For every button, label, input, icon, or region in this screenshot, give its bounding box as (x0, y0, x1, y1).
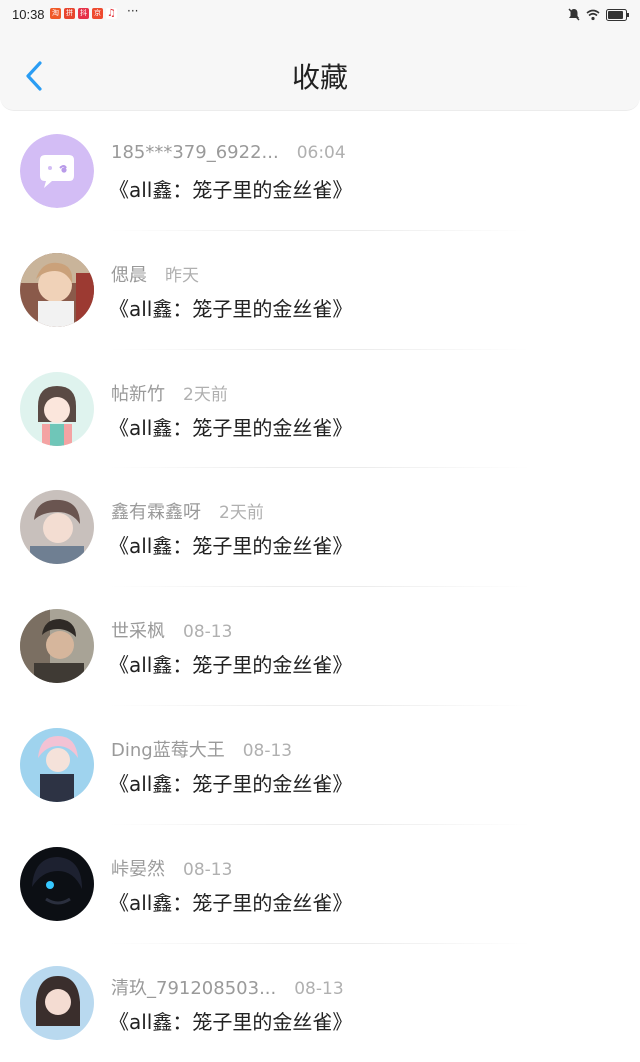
user-photo (20, 727, 94, 802)
app-notification-icon: 京 (92, 8, 103, 19)
app-notification-icon: 淘 (50, 8, 61, 19)
app-notification-icon: 抖 (78, 8, 89, 19)
book-title[interactable]: 《all鑫：笼子里的金丝雀》 (109, 530, 352, 559)
book-title[interactable]: 《all鑫：笼子里的金丝雀》 (109, 649, 352, 678)
timestamp: 08-13 (183, 859, 233, 880)
battery-icon (606, 8, 629, 21)
app-notification-icon: 拼 (64, 8, 75, 19)
favorite-meta: Ding蓝莓大王 08-13 (111, 736, 292, 762)
favorite-meta: 世采枫 08-13 (111, 617, 232, 643)
more-notifications-icon: ··· (127, 4, 139, 18)
list-item[interactable]: 世采枫 08-13 《all鑫：笼子里的金丝雀》 (0, 587, 640, 706)
avatar[interactable] (20, 252, 94, 327)
avatar[interactable] (20, 490, 94, 565)
mute-icon (568, 8, 580, 21)
username[interactable]: 清玖_791208503... (111, 978, 276, 999)
favorite-meta: 峠晏然 08-13 (111, 855, 232, 881)
page-title: 收藏 (291, 61, 348, 94)
user-photo (20, 965, 94, 1040)
avatar[interactable] (20, 134, 94, 208)
avatar[interactable] (20, 371, 94, 446)
music-icon: ♫ (106, 8, 117, 19)
username[interactable]: 帖新竹 (111, 384, 165, 405)
system-icons (568, 8, 630, 21)
timestamp: 06:04 (296, 143, 346, 163)
book-title[interactable]: 《all鑫：笼子里的金丝雀》 (109, 1006, 352, 1035)
list-item[interactable]: 偲晨 昨天 《all鑫：笼子里的金丝雀》 (0, 231, 640, 350)
favorite-meta: 清玖_791208503... 08-13 (111, 974, 344, 1000)
list-item[interactable]: 峠晏然 08-13 《all鑫：笼子里的金丝雀》 (0, 825, 640, 944)
favorite-meta: 鑫有霖鑫呀 2天前 (111, 498, 264, 524)
username[interactable]: Ding蓝莓大王 (111, 740, 225, 761)
notification-icons: 淘 拼 抖 京 ♫ (50, 8, 117, 19)
username[interactable]: 峠晏然 (111, 859, 165, 880)
user-photo (20, 371, 94, 446)
timestamp: 08-13 (183, 622, 233, 643)
favorite-meta: 偲晨 昨天 (111, 261, 199, 287)
status-time: 10:38 (12, 7, 45, 22)
favorite-meta: 185***379_6922... 06:04 (111, 142, 346, 163)
username[interactable]: 偲晨 (111, 265, 147, 286)
default-avatar-icon (20, 134, 94, 208)
avatar[interactable] (20, 609, 94, 684)
user-photo (20, 252, 94, 327)
timestamp: 08-13 (242, 740, 293, 761)
favorite-meta: 帖新竹 2天前 (111, 380, 228, 406)
book-title[interactable]: 《all鑫：笼子里的金丝雀》 (109, 293, 352, 322)
list-item[interactable]: 帖新竹 2天前 《all鑫：笼子里的金丝雀》 (0, 350, 640, 469)
timestamp: 08-13 (294, 978, 344, 999)
username[interactable]: 世采枫 (111, 621, 165, 642)
navigation-header: 收藏 (0, 30, 640, 111)
wifi-icon (586, 9, 600, 20)
avatar[interactable] (20, 846, 94, 921)
status-bar: 10:38 淘 拼 抖 京 ♫ ··· (0, 0, 640, 30)
list-item[interactable]: 鑫有霖鑫呀 2天前 《all鑫：笼子里的金丝雀》 (0, 468, 640, 588)
book-title[interactable]: 《all鑫：笼子里的金丝雀》 (109, 768, 352, 797)
user-photo (20, 846, 94, 921)
book-title[interactable]: 《all鑫：笼子里的金丝雀》 (109, 412, 352, 441)
timestamp: 昨天 (165, 265, 199, 286)
book-title[interactable]: 《all鑫：笼子里的金丝雀》 (109, 887, 352, 916)
timestamp: 2天前 (183, 384, 228, 405)
list-item[interactable]: 清玖_791208503... 08-13 《all鑫：笼子里的金丝雀》 (0, 944, 640, 1062)
avatar[interactable] (20, 727, 94, 802)
avatar[interactable] (20, 965, 94, 1040)
timestamp: 2天前 (219, 503, 264, 524)
favorites-list: 185***379_6922... 06:04 《all鑫：笼子里的金丝雀》 偲晨… (0, 112, 640, 1062)
list-item[interactable]: Ding蓝莓大王 08-13 《all鑫：笼子里的金丝雀》 (0, 706, 640, 825)
user-photo (20, 609, 94, 684)
username[interactable]: 185***379_6922... (111, 142, 279, 163)
user-photo (20, 490, 94, 565)
list-item[interactable]: 185***379_6922... 06:04 《all鑫：笼子里的金丝雀》 (0, 112, 640, 231)
book-title[interactable]: 《all鑫：笼子里的金丝雀》 (109, 174, 352, 203)
username[interactable]: 鑫有霖鑫呀 (111, 502, 201, 523)
